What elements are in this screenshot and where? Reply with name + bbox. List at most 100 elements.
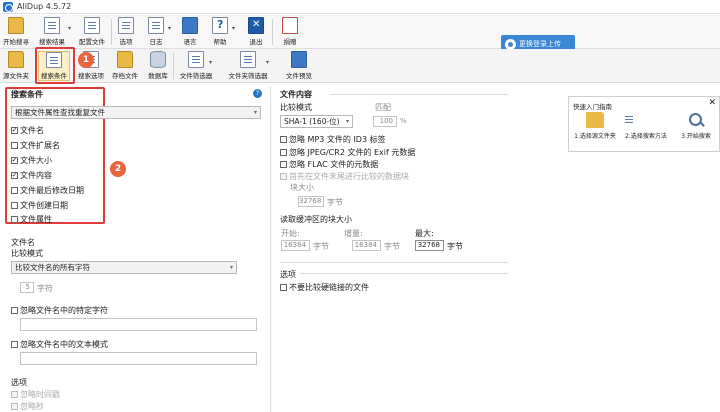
checkbox-compare-end-first[interactable]: 首先在文件末尾进行比较的数据块 <box>280 171 409 182</box>
file-filter-dropdown-icon[interactable]: ▾ <box>209 59 212 66</box>
database-button[interactable]: 数据库 <box>146 51 170 81</box>
chevron-down-icon: ▾ <box>345 118 349 125</box>
filename-chars-unit: 字符 <box>37 284 53 293</box>
buffer-max-input[interactable]: 32768 <box>415 240 444 251</box>
highlight-search-criteria <box>35 47 75 84</box>
title-bar: AllDup 4.5.72 <box>0 0 720 14</box>
buffer-max-label: 最大: <box>415 229 434 238</box>
read-buffer-heading: 读取缓冲区的块大小 <box>280 215 352 224</box>
section-rule <box>280 262 508 263</box>
language-button[interactable]: 语言 <box>180 17 200 47</box>
quick-guide-title: 快速入门指南 <box>573 103 612 111</box>
profiles-button[interactable]: 配置文件 <box>77 17 107 47</box>
checkbox-no-hardlink[interactable]: 不要比较硬链接的文件 <box>280 282 369 293</box>
log-icon <box>148 17 164 34</box>
checkbox-ignore-exif[interactable]: 忽略 JPEG/CR2 文件的 Exif 元数据 <box>280 147 415 158</box>
ignore-text-pattern-input[interactable] <box>20 352 257 365</box>
checkbox-icon <box>11 157 18 164</box>
search-results-button[interactable]: 搜索结果 <box>38 17 66 47</box>
help-icon <box>212 17 228 34</box>
help-circle-icon[interactable]: ? <box>253 89 262 98</box>
checkbox-ignore-specific-chars[interactable]: 忽略文件名中的特定字符 <box>11 305 108 316</box>
buffer-start-unit: 字节 <box>313 242 329 251</box>
quick-step-search-method[interactable]: 2.选择搜索方法 <box>622 112 670 148</box>
buffer-start-input[interactable]: 16384 <box>281 240 310 251</box>
file-filter-button[interactable]: 文件筛选器 <box>178 51 214 81</box>
help-button[interactable]: 帮助 <box>210 17 230 47</box>
section-rule <box>300 273 508 274</box>
panel-divider <box>270 86 271 412</box>
search-method-icon <box>637 112 655 128</box>
checkbox-icon <box>11 391 18 398</box>
checkbox-ignore-timestamp[interactable]: 忽略时间戳 <box>11 389 60 400</box>
search-icon <box>688 112 704 128</box>
folder-filter-dropdown-icon[interactable]: ▾ <box>266 59 269 66</box>
buffer-increase-unit: 字节 <box>384 242 400 251</box>
options-button[interactable]: 选项 <box>116 17 136 47</box>
app-logo-icon <box>3 1 13 12</box>
source-folders-button[interactable]: 源文件夹 <box>2 51 30 81</box>
log-dropdown-icon[interactable]: ▾ <box>168 25 171 32</box>
match-percent-input[interactable]: 100 <box>373 116 397 127</box>
start-search-button[interactable]: 开始搜寻 <box>2 17 30 47</box>
checkbox-icon <box>280 161 287 168</box>
checkbox-icon <box>280 284 287 291</box>
options-icon <box>118 17 134 34</box>
match-label: 匹配 <box>375 103 391 112</box>
checkbox-file-extension[interactable]: 文件扩展名 <box>11 140 60 151</box>
archive-files-button[interactable]: 存档文件 <box>110 51 140 81</box>
filename-compare-mode-label: 比较模式 <box>11 249 43 258</box>
filename-compare-mode-select[interactable]: 比较文件名的所有字符 ▾ <box>11 261 237 274</box>
close-icon <box>248 17 264 34</box>
filename-heading: 文件名 <box>11 238 35 247</box>
checkbox-file-attributes[interactable]: 文件属性 <box>11 214 52 225</box>
checkbox-icon <box>11 341 18 348</box>
help-dropdown-icon[interactable]: ▾ <box>232 25 235 32</box>
file-preview-button[interactable]: 文件预览 <box>282 51 316 81</box>
checkbox-icon <box>11 187 18 194</box>
block-size-input[interactable]: 32768 <box>298 196 324 207</box>
window-title: AllDup 4.5.72 <box>17 2 72 11</box>
checkbox-created-date[interactable]: 文件创建日期 <box>11 200 68 211</box>
match-percent-unit: % <box>400 117 407 125</box>
ignore-specific-chars-input[interactable] <box>20 318 257 331</box>
search-results-dropdown-icon[interactable]: ▾ <box>68 25 71 32</box>
compare-end-line2: 块大小 <box>290 183 314 192</box>
log-button[interactable]: 日志 <box>146 17 166 47</box>
folder-icon <box>586 112 604 128</box>
quick-step-source-folder[interactable]: 1.选择源文件夹 <box>571 112 619 148</box>
checkbox-ignore-text-pattern[interactable]: 忽略文件名中的文本模式 <box>11 339 108 350</box>
checkbox-ignore-seconds[interactable]: 忽略秒 <box>11 401 44 412</box>
results-list-icon <box>44 17 60 34</box>
chevron-down-icon: ▾ <box>253 109 257 116</box>
checkbox-file-size[interactable]: 文件大小 <box>11 155 52 166</box>
quick-step-start-search[interactable]: 3.开始搜索 <box>672 112 720 148</box>
toolbar-separator <box>272 19 273 45</box>
folder-filter-icon <box>240 51 256 68</box>
folder-filter-button[interactable]: 文件夹筛选器 <box>224 51 272 81</box>
annotation-badge-1: 1 <box>78 52 94 68</box>
quick-start-guide: 快速入门指南 ✕ 1.选择源文件夹 2.选择搜索方法 3.开始搜索 <box>568 96 720 152</box>
folder-icon <box>8 51 24 68</box>
profile-document-icon <box>84 17 100 34</box>
checkbox-last-modified[interactable]: 文件最后修改日期 <box>11 185 84 196</box>
checkbox-file-content[interactable]: 文件内容 <box>11 170 52 181</box>
exit-button[interactable]: 退出 <box>246 17 266 47</box>
checkbox-ignore-flac[interactable]: 忽略 FLAC 文件的元数据 <box>280 159 378 170</box>
right-options-heading: 选项 <box>280 270 296 279</box>
checkbox-icon <box>11 202 18 209</box>
hash-algorithm-select[interactable]: SHA-1 (160-位) ▾ <box>280 115 353 128</box>
filename-chars-input[interactable]: 5 <box>20 282 34 293</box>
checkbox-ignore-id3[interactable]: 忽略 MP3 文件的 ID3 标签 <box>280 134 386 145</box>
buffer-start-label: 开始: <box>281 229 300 238</box>
search-mode-select[interactable]: 根据文件属性查找重复文件 ▾ <box>11 106 261 119</box>
close-icon[interactable]: ✕ <box>708 98 716 108</box>
toolbar-separator <box>111 19 112 45</box>
upload-button-label: 更换登录上传 <box>519 40 561 48</box>
donate-button[interactable]: 捐赠 <box>280 17 300 47</box>
checkbox-icon <box>11 403 18 410</box>
database-icon <box>150 51 166 68</box>
buffer-increase-input[interactable]: 16384 <box>352 240 381 251</box>
checkbox-icon <box>11 216 18 223</box>
checkbox-file-name[interactable]: 文件名 <box>11 125 44 136</box>
